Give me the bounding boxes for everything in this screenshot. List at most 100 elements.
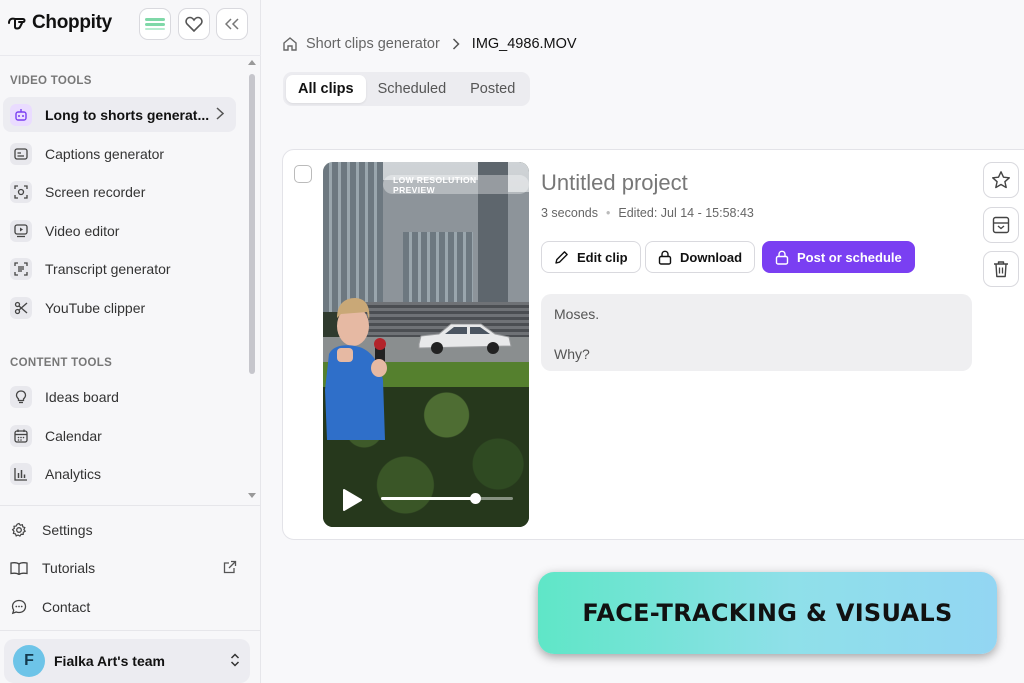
video-scene-building [403,232,473,307]
chevron-right-icon [452,38,460,50]
sidebar-item-label: Transcript generator [45,260,171,277]
sidebar-item-settings[interactable]: Settings [1,512,234,547]
transcript-box[interactable]: Moses. Why? [541,294,972,371]
sidebar-divider [0,505,261,506]
breadcrumb: Short clips generator IMG_4986.MOV [282,36,577,52]
scroll-up-icon[interactable] [247,58,257,66]
breadcrumb-parent-link[interactable]: Short clips generator [306,36,440,52]
archive-icon [992,216,1010,234]
pencil-icon [555,250,568,264]
lock-icon [658,250,672,265]
sidebar-item-label: Settings [42,521,93,538]
sidebar-item-youtube-clipper[interactable]: YouTube clipper [3,290,236,325]
video-progress-fill [381,497,475,500]
feature-banner-text: FACE-TRACKING & VISUALS [582,599,953,627]
sidebar-divider [0,630,261,631]
star-icon [992,171,1010,189]
project-title[interactable]: Untitled project [541,170,688,196]
clip-duration: 3 seconds [541,206,598,220]
lightbulb-icon [10,385,32,408]
video-progress-slider[interactable] [381,493,513,504]
video-scene-building [508,192,529,312]
sidebar-item-label: Contact [42,598,91,615]
scissors-icon [10,296,32,319]
chevron-right-icon [216,107,224,120]
download-label: Download [680,249,743,265]
team-switcher[interactable]: F Fialka Art's team [4,639,250,683]
sidebar-item-screen-recorder[interactable]: Screen recorder [3,174,236,209]
sidebar-item-label: YouTube clipper [45,299,146,316]
video-scene-car [418,323,512,354]
sidebar-item-label: Calendar [45,427,102,444]
clip-meta: 3 seconds • Edited: Jul 14 - 15:58:43 [541,206,754,220]
post-or-schedule-label: Post or schedule [797,249,902,265]
chat-icon [8,596,30,618]
sidebar-item-captions[interactable]: Captions generator [3,136,236,171]
double-chevron-left-icon [225,18,239,30]
video-editor-icon [10,219,32,242]
download-button[interactable]: Download [645,241,756,273]
chevron-up-down-icon [230,653,240,667]
delete-clip-button[interactable] [983,251,1019,287]
sidebar: Choppity VIDEO TOOLS Long to shorts gene… [0,0,261,683]
app-logo[interactable]: Choppity [7,12,112,34]
feature-banner: FACE-TRACKING & VISUALS [538,572,997,654]
panel-toggle-button[interactable] [139,8,171,40]
avatar: F [13,645,45,677]
sidebar-item-label: Screen recorder [45,183,146,200]
sidebar-item-label: Video editor [45,222,120,239]
scroll-down-icon[interactable] [247,492,257,500]
external-link-icon [223,560,237,574]
transcript-line: Why? [554,346,590,362]
tab-all-clips[interactable]: All clips [286,75,366,103]
clip-select-checkbox[interactable] [294,165,312,183]
screen-record-icon [10,180,32,203]
sidebar-item-contact[interactable]: Contact [1,589,234,624]
edit-clip-button[interactable]: Edit clip [541,241,641,273]
clip-card: LOW RESOLUTION PREVIEW Untitled project … [282,149,1024,540]
sidebar-item-tutorials[interactable]: Tutorials [1,550,251,585]
sidebar-item-calendar[interactable]: Calendar [3,418,236,453]
transcript-line: Moses. [554,306,600,322]
gear-icon [8,519,30,541]
sidebar-item-ideas-board[interactable]: Ideas board [3,379,236,414]
edit-clip-label: Edit clip [577,249,628,265]
video-progress-handle[interactable] [469,493,481,504]
collapse-sidebar-button[interactable] [216,8,248,40]
low-resolution-watermark: LOW RESOLUTION PREVIEW [383,175,529,195]
sidebar-item-label: Ideas board [45,388,119,405]
post-or-schedule-button[interactable]: Post or schedule [762,241,915,273]
home-icon[interactable] [282,36,298,52]
tab-posted[interactable]: Posted [458,75,527,103]
tab-scheduled[interactable]: Scheduled [366,75,459,103]
sidebar-item-label: Analytics [45,465,102,482]
menu-lines-icon [145,18,165,30]
play-icon[interactable] [341,488,363,512]
video-tools-heading: VIDEO TOOLS [10,75,92,87]
sidebar-item-long-to-shorts[interactable]: Long to shorts generat... [3,97,236,132]
meta-separator: • [605,206,611,220]
sidebar-item-transcript[interactable]: Transcript generator [3,251,236,286]
favorite-clip-button[interactable] [983,162,1019,198]
trash-icon [994,261,1008,278]
sidebar-item-video-editor[interactable]: Video editor [3,213,236,248]
sidebar-scrollbar[interactable] [247,58,257,504]
breadcrumb-current: IMG_4986.MOV [471,36,577,52]
clip-video-preview[interactable]: LOW RESOLUTION PREVIEW [323,162,529,527]
content-tools-heading: CONTENT TOOLS [10,357,113,369]
scroll-thumb[interactable] [249,74,255,374]
calendar-icon [10,424,32,447]
robot-icon [10,103,32,126]
clip-tabs: All clips Scheduled Posted [283,72,531,106]
book-icon [8,557,30,579]
favorites-button[interactable] [178,8,210,40]
video-scene-person [325,298,387,440]
sidebar-item-analytics[interactable]: Analytics [3,456,236,491]
archive-clip-button[interactable] [983,207,1019,243]
hand-point-icon [8,17,26,30]
captions-icon [10,142,32,165]
sidebar-item-label: Tutorials [42,559,96,576]
sidebar-item-label: Captions generator [45,145,165,162]
transcript-icon [10,257,32,280]
heart-icon [185,16,203,32]
